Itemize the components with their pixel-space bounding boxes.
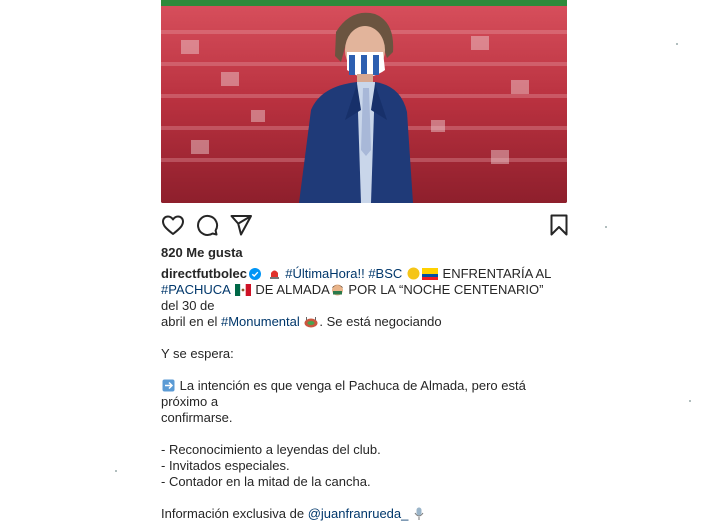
background-speck xyxy=(115,470,117,472)
background-speck xyxy=(689,400,691,402)
man-face-icon xyxy=(331,284,343,296)
microphone-icon xyxy=(414,507,424,520)
caption-se-espera: Y se espera: xyxy=(161,346,234,361)
paper-plane-icon xyxy=(230,215,252,236)
siren-icon xyxy=(269,270,279,279)
mention-juanfranrueda[interactable]: @juanfranrueda_ xyxy=(308,506,409,521)
caption-username[interactable]: directfutbolec xyxy=(161,266,247,281)
post-caption: directfutbolec #ÚltimaHora!! #BSC ENFREN… xyxy=(161,266,561,522)
caption-info-text: Información exclusiva de xyxy=(161,506,305,521)
hashtag-bsc[interactable]: #BSC xyxy=(368,266,402,281)
coach-photo-illustration xyxy=(161,0,567,203)
like-button[interactable] xyxy=(161,213,185,237)
verified-badge-icon xyxy=(248,268,261,280)
hashtag-pachuca[interactable]: #PACHUCA xyxy=(161,282,230,297)
caption-list-item: - Invitados especiales. xyxy=(161,458,290,473)
share-button[interactable] xyxy=(229,213,253,237)
mexico-flag-icon xyxy=(234,284,251,296)
caption-line3-text-b: . Se está negociando xyxy=(319,314,442,329)
post-photo[interactable] xyxy=(161,0,567,203)
caption-intencion-line1: La intención es que venga el Pachuca de … xyxy=(161,378,526,409)
caption-line3-text-a: abril en el xyxy=(161,314,218,329)
heart-icon xyxy=(162,215,184,235)
new-arrow-icon xyxy=(162,379,175,392)
caption-list-item: - Reconocimiento a leyendas del club. xyxy=(161,442,381,457)
post-actions-bar xyxy=(161,213,568,239)
likes-count[interactable]: 820 Me gusta xyxy=(161,245,243,260)
background-speck xyxy=(605,226,607,228)
stadium-icon xyxy=(304,317,318,328)
hashtag-ultimahora[interactable]: #ÚltimaHora!! xyxy=(285,266,364,281)
caption-line1-text: ENFRENTARÍA AL xyxy=(442,266,552,281)
bookmark-icon xyxy=(550,214,568,236)
save-button[interactable] xyxy=(547,213,571,237)
caption-intencion-line2: confirmarse. xyxy=(161,410,233,425)
background-speck xyxy=(676,43,678,45)
caption-line2-text-a: DE ALMADA xyxy=(255,282,330,297)
ecuador-flag-icon xyxy=(421,268,438,280)
comment-icon xyxy=(197,214,219,236)
yellow-circle-icon xyxy=(407,267,420,280)
comment-button[interactable] xyxy=(195,213,219,237)
hashtag-monumental[interactable]: #Monumental xyxy=(221,314,300,329)
